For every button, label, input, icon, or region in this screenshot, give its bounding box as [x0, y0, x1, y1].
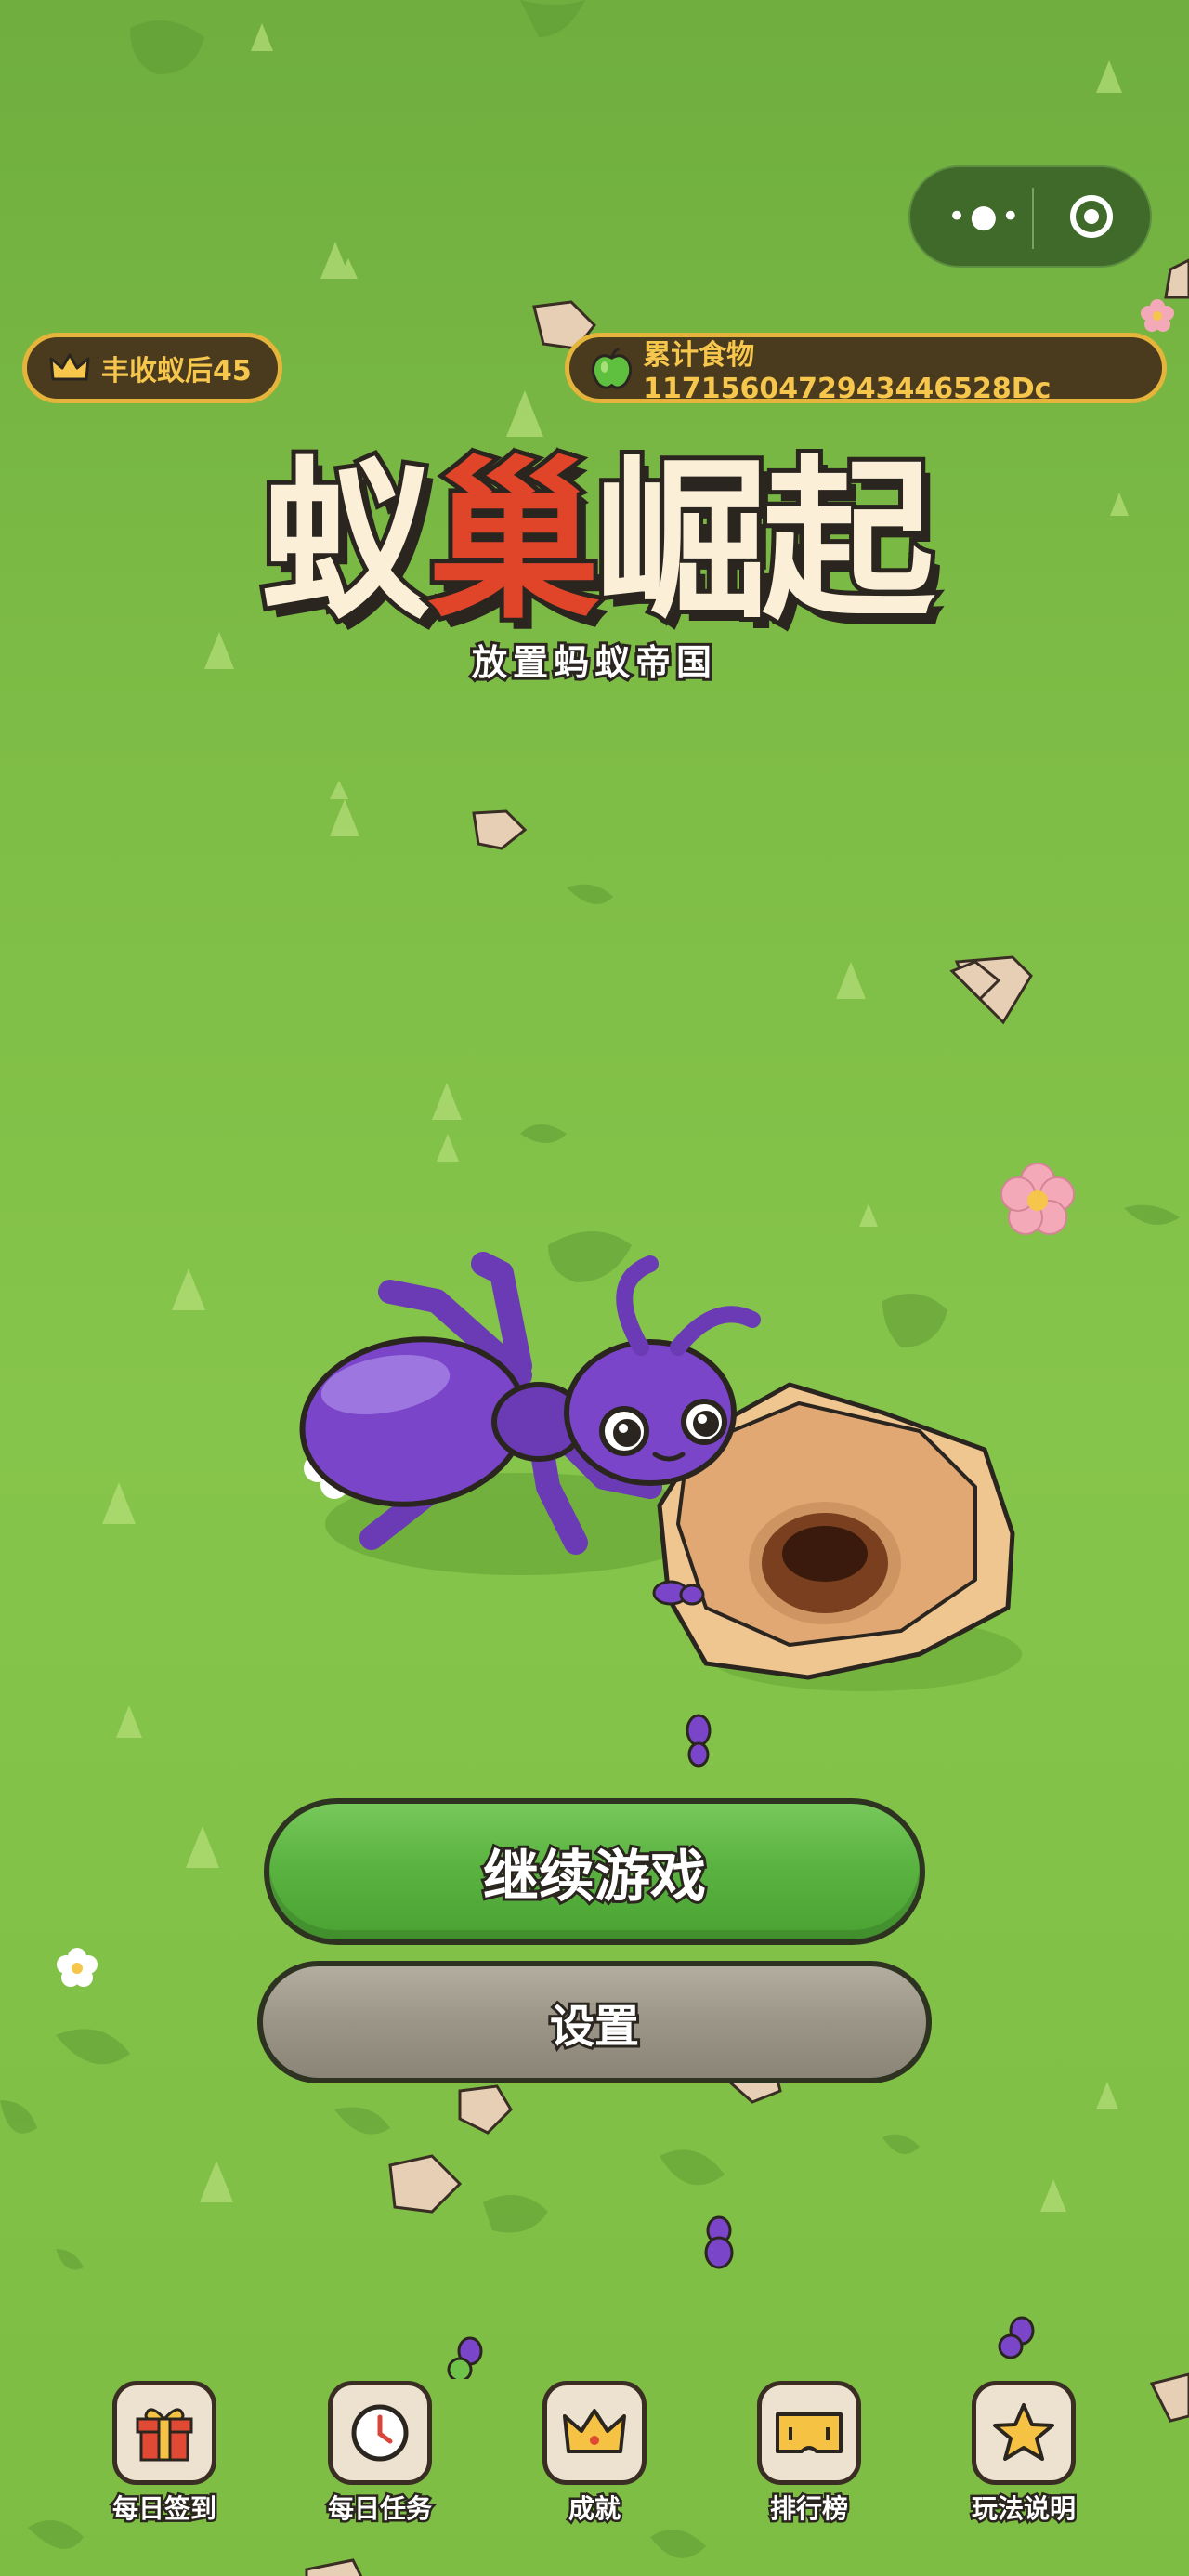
- more-dots-icon[interactable]: •●•: [947, 198, 1024, 235]
- nav-icon-box: [112, 2381, 216, 2485]
- nav-how-to-play[interactable]: 玩法说明: [940, 2381, 1107, 2527]
- miniprogram-capsule: •●•: [908, 165, 1152, 268]
- settings-button[interactable]: 设置: [257, 1961, 932, 2083]
- crown-icon: [563, 2409, 626, 2453]
- title-part-1: 蚁: [255, 440, 438, 642]
- star-icon: [993, 2403, 1054, 2461]
- ground-ants: [447, 2215, 1035, 2379]
- worker-ant: [652, 1580, 705, 1606]
- target-icon[interactable]: [1070, 195, 1113, 238]
- gift-icon: [136, 2408, 193, 2462]
- game-title: 蚁巢崛起 放置蚂蚁帝国: [0, 451, 1189, 687]
- apple-icon: [592, 348, 633, 389]
- nav-daily-signin[interactable]: 每日签到: [81, 2381, 248, 2527]
- ticket-icon: [776, 2412, 843, 2453]
- game-subtitle: 放置蚂蚁帝国: [469, 639, 717, 686]
- nav-icon-box: [328, 2381, 432, 2485]
- crown-icon: [49, 353, 90, 381]
- nav-label-how-to-play: 玩法说明: [969, 2491, 1078, 2527]
- clock-icon: [351, 2404, 409, 2462]
- nav-daily-tasks[interactable]: 每日任务: [296, 2381, 464, 2527]
- worker-ant: [447, 2336, 483, 2379]
- worker-ant: [704, 2215, 734, 2269]
- queen-label: 丰收蚁后45: [101, 355, 252, 388]
- nav-leaderboard[interactable]: 排行榜: [725, 2381, 893, 2527]
- worker-ant: [686, 1714, 712, 1768]
- queen-badge[interactable]: 丰收蚁后45: [22, 333, 282, 403]
- nav-icon-box: [757, 2381, 861, 2485]
- title-text: 蚁巢崛起: [0, 451, 1189, 633]
- nav-label-leaderboard: 排行榜: [767, 2491, 850, 2527]
- nav-icon-box: [542, 2381, 647, 2485]
- nav-icon-box: [972, 2381, 1076, 2485]
- capsule-divider: [1032, 188, 1034, 249]
- nav-label-daily-tasks: 每日任务: [325, 2491, 434, 2527]
- continue-game-button[interactable]: 继续游戏: [264, 1798, 925, 1945]
- title-part-3: 崛起: [590, 440, 939, 642]
- nav-label-achievements: 成就: [566, 2491, 622, 2527]
- nav-label-daily-signin: 每日签到: [110, 2491, 218, 2527]
- nav-achievements[interactable]: 成就: [511, 2381, 678, 2527]
- ant-illustration: [299, 1252, 1022, 1768]
- title-part-2: 巢: [423, 440, 605, 642]
- food-label: 累计食物 1171560472943446528Dc: [643, 338, 1052, 405]
- bottom-nav: 每日签到 每日任务 成就 排行榜 玩法说明: [0, 2381, 1189, 2530]
- food-counter: 累计食物 1171560472943446528Dc: [565, 333, 1167, 405]
- worker-ant: [998, 2316, 1035, 2359]
